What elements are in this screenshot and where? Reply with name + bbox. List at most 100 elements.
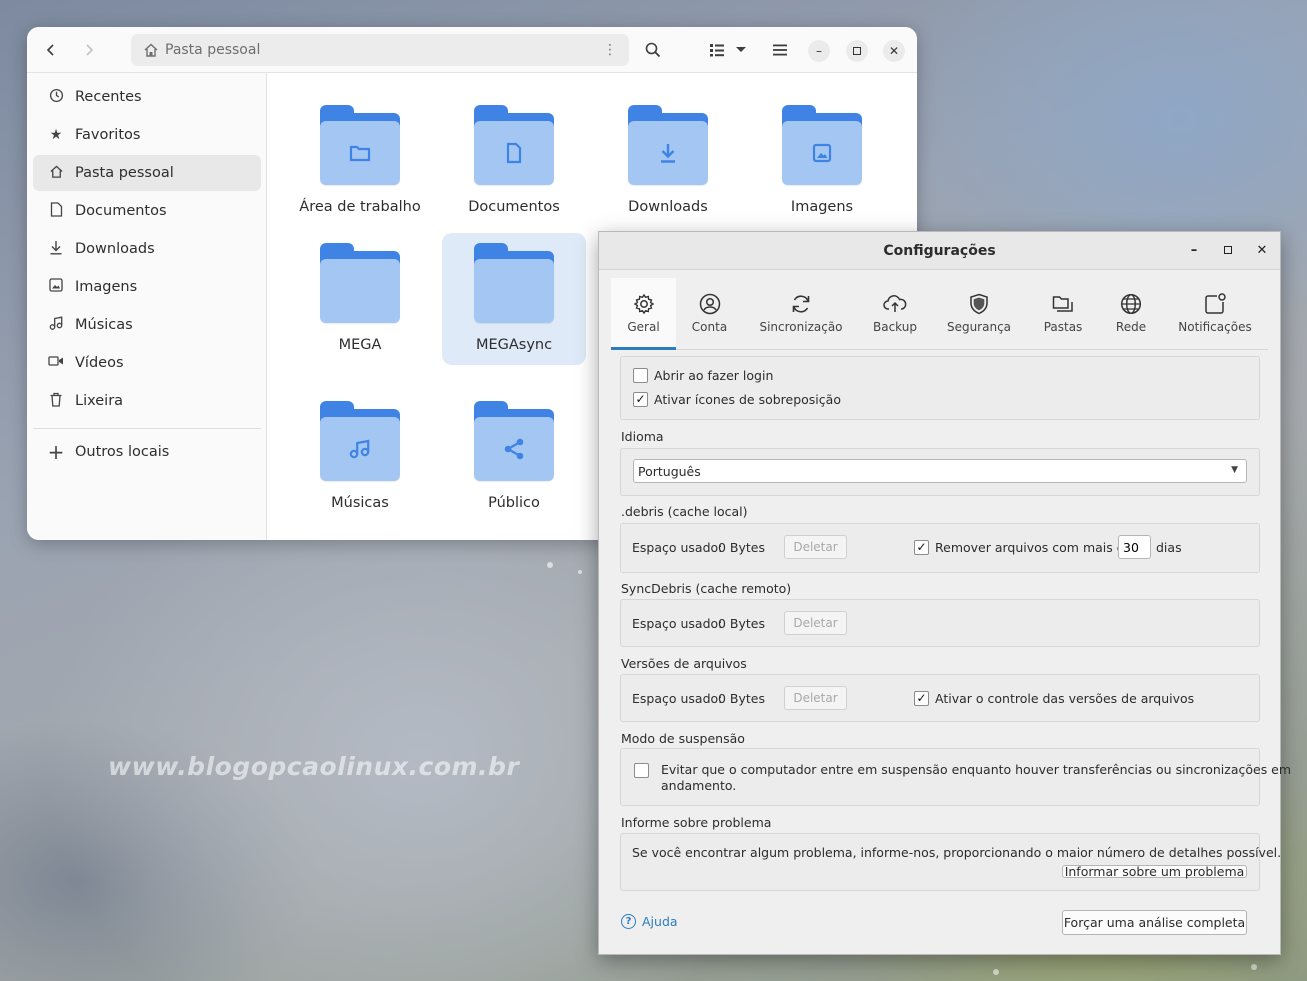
shield-icon (969, 292, 989, 316)
sidebar-item-label: Pasta pessoal (75, 165, 174, 181)
report-group (620, 833, 1260, 891)
sidebar-item-other-locations[interactable]: + Outros locais (33, 434, 261, 470)
sidebar-item-starred[interactable]: ★ Favoritos (33, 117, 261, 153)
background-dot (1251, 964, 1257, 970)
remove-old-checkbox[interactable]: ✓ (914, 540, 929, 555)
sleep-label-line2: andamento. (661, 778, 737, 793)
help-icon: ? (621, 914, 636, 929)
dialog-minimize-button[interactable]: – (1185, 242, 1203, 260)
background-dot (578, 570, 582, 574)
sidebar-item-downloads[interactable]: Downloads (33, 231, 261, 267)
folder-mega[interactable]: MEGA (288, 233, 432, 365)
settings-tabs: Geral Conta Sincronização Backup Seguran… (611, 278, 1268, 350)
days-spinbox[interactable]: 30 (1118, 535, 1151, 559)
maximize-icon (853, 47, 861, 55)
path-bar[interactable]: Pasta pessoal ⋮ (131, 34, 629, 66)
back-button[interactable] (37, 36, 65, 64)
tab-account[interactable]: Conta (681, 278, 738, 350)
list-view-icon (710, 44, 724, 57)
sidebar-item-trash[interactable]: Lixeira (33, 383, 261, 419)
sidebar-item-music[interactable]: Músicas (33, 307, 261, 343)
search-button[interactable] (639, 36, 667, 64)
syncdebris-delete-button[interactable]: Deletar (784, 611, 847, 635)
maximize-button[interactable] (846, 40, 868, 62)
kebab-menu-icon[interactable]: ⋮ (603, 42, 617, 58)
syncdebris-used-label: Espaço usado: (632, 616, 723, 631)
versions-section-label: Versões de arquivos (621, 656, 747, 671)
tab-network[interactable]: Rede (1108, 278, 1154, 350)
full-scan-button[interactable]: Forçar uma análise completa (1062, 910, 1247, 935)
video-icon (47, 355, 65, 371)
folder-label: MEGA (338, 337, 382, 353)
language-value: Português (638, 463, 701, 479)
chevron-down-icon (736, 47, 746, 52)
main-menu-button[interactable] (766, 36, 794, 64)
download-icon (47, 240, 65, 259)
folder-label: Imagens (790, 199, 854, 215)
forward-button[interactable] (75, 36, 103, 64)
settings-dialog: Configurações – ✕ Geral Conta Sincroniza… (598, 231, 1291, 955)
sidebar-item-label: Imagens (75, 279, 138, 295)
login-label: Abrir ao fazer login (654, 368, 774, 383)
debris-section-label: .debris (cache local) (621, 504, 748, 519)
overlay-checkbox[interactable]: ✓ (633, 392, 648, 407)
folder-megasync[interactable]: MEGAsync (442, 233, 586, 365)
versions-delete-button[interactable]: Deletar (784, 686, 847, 710)
help-link[interactable]: ? Ajuda (621, 914, 678, 929)
folder-music[interactable]: Músicas (288, 391, 432, 523)
sidebar-item-label: Lixeira (75, 393, 124, 409)
dialog-close-button[interactable]: ✕ (1253, 242, 1271, 260)
close-button[interactable]: ✕ (883, 40, 905, 62)
sidebar-item-recent[interactable]: Recentes (33, 79, 261, 115)
folder-label: Área de trabalho (299, 199, 421, 215)
remove-old-label: Remover arquivos com mais de (935, 540, 1133, 555)
account-icon (699, 292, 721, 316)
report-text: Se você encontrar algum problema, inform… (632, 845, 1282, 860)
folder-public[interactable]: Público (442, 391, 586, 523)
sidebar-item-images[interactable]: Imagens (33, 269, 261, 305)
tab-backup[interactable]: Backup (865, 278, 925, 350)
folder-documents[interactable]: Documentos (442, 95, 586, 227)
chevron-left-icon (46, 44, 54, 56)
checkmark-icon: ✓ (916, 540, 927, 554)
folder-label: Público (488, 495, 540, 511)
sleep-checkbox[interactable] (634, 763, 649, 778)
star-icon: ★ (49, 127, 63, 143)
view-list-button[interactable] (703, 36, 731, 64)
folder-icon (474, 243, 554, 325)
folder-label: Músicas (331, 495, 389, 511)
sidebar-item-documents[interactable]: Documentos (33, 193, 261, 229)
tab-security[interactable]: Segurança (941, 278, 1017, 350)
tab-label: Geral (627, 320, 660, 334)
debris-used-label: Espaço usado: (632, 540, 723, 555)
report-problem-button[interactable]: Informar sobre um problema (1062, 865, 1247, 878)
startup-group (620, 356, 1260, 420)
versions-used-value: 0 Bytes (718, 691, 766, 706)
minimize-button[interactable]: – (808, 40, 830, 62)
folder-desktop[interactable]: Área de trabalho (288, 95, 432, 227)
versions-checkbox[interactable]: ✓ (914, 691, 929, 706)
tab-folders[interactable]: Pastas (1033, 278, 1093, 350)
language-select[interactable]: Português ▼ (633, 459, 1247, 483)
folder-downloads[interactable]: Downloads (596, 95, 740, 227)
path-label: Pasta pessoal (165, 42, 261, 58)
dialog-maximize-button[interactable] (1219, 242, 1237, 260)
login-checkbox[interactable] (633, 368, 648, 383)
tab-sync[interactable]: Sincronização (751, 278, 851, 350)
tab-label: Sincronização (759, 320, 843, 334)
tab-general[interactable]: Geral (611, 278, 676, 350)
chevron-down-icon: ▼ (1231, 465, 1238, 475)
desktop-folder-icon (320, 105, 400, 187)
folder-images[interactable]: Imagens (750, 95, 894, 227)
sidebar-item-videos[interactable]: Vídeos (33, 345, 261, 381)
view-options-button[interactable] (731, 36, 751, 64)
tab-label: Notificações (1178, 320, 1252, 334)
close-icon: ✕ (1256, 243, 1268, 258)
debris-delete-button[interactable]: Deletar (784, 535, 847, 559)
search-icon (645, 42, 661, 58)
sidebar-item-home[interactable]: Pasta pessoal (33, 155, 261, 191)
tab-notifications[interactable]: Notificações (1174, 278, 1256, 350)
sidebar-item-label: Favoritos (75, 127, 141, 143)
file-manager-header: Pasta pessoal ⋮ – ✕ (27, 27, 917, 73)
tab-label: Conta (691, 320, 728, 334)
